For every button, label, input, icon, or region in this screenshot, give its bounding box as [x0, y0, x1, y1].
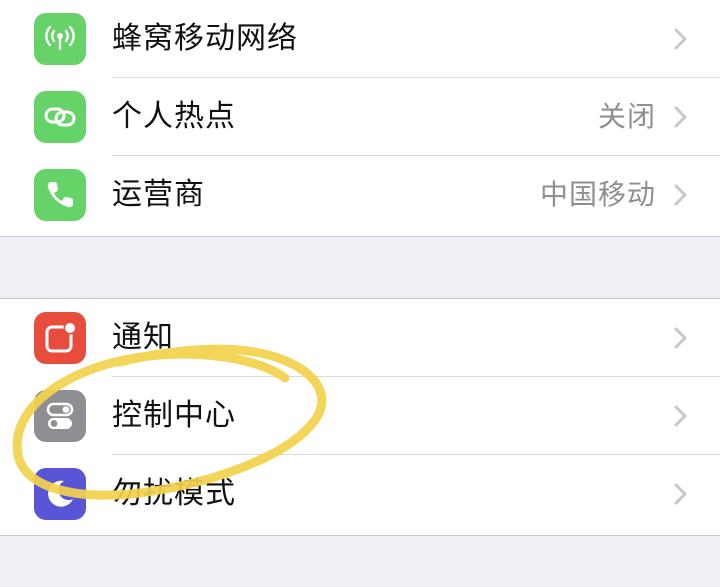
settings-row-notifications[interactable]: 通知: [0, 299, 720, 377]
settings-row-label: 控制中心: [112, 398, 236, 433]
chevron-right-icon: [674, 28, 687, 50]
personal-hotspot-icon: [34, 91, 86, 143]
settings-row-label: 勿扰模式: [112, 476, 236, 511]
settings-row-value: 中国移动: [539, 178, 656, 211]
chevron-right-icon: [674, 405, 687, 427]
settings-row-carrier[interactable]: 运营商 中国移动: [0, 156, 720, 234]
chevron-right-icon: [674, 184, 687, 206]
phone-icon: [34, 169, 86, 221]
settings-row-label: 运营商: [112, 177, 205, 212]
settings-screen: 蜂窝移动网络 个人热点 关闭 运营商 中国移动 通知 控制中心 勿扰模式: [0, 0, 720, 587]
chevron-right-icon: [674, 327, 687, 349]
notifications-icon: [34, 312, 86, 364]
settings-row-control-center[interactable]: 控制中心: [0, 377, 720, 455]
settings-row-do-not-disturb[interactable]: 勿扰模式: [0, 455, 720, 533]
chevron-right-icon: [674, 106, 687, 128]
settings-row-personal-hotspot[interactable]: 个人热点 关闭: [0, 78, 720, 156]
settings-group-network: 蜂窝移动网络 个人热点 关闭 运营商 中国移动: [0, 0, 720, 237]
settings-row-value: 关闭: [597, 100, 656, 133]
settings-group-system: 通知 控制中心 勿扰模式: [0, 298, 720, 536]
settings-row-cellular[interactable]: 蜂窝移动网络: [0, 0, 720, 78]
moon-icon: [34, 468, 86, 520]
settings-row-label: 个人热点: [112, 99, 236, 134]
settings-row-label: 通知: [112, 320, 174, 355]
control-center-icon: [34, 390, 86, 442]
chevron-right-icon: [674, 483, 687, 505]
settings-row-label: 蜂窝移动网络: [112, 21, 298, 56]
cellular-antenna-icon: [34, 13, 86, 65]
